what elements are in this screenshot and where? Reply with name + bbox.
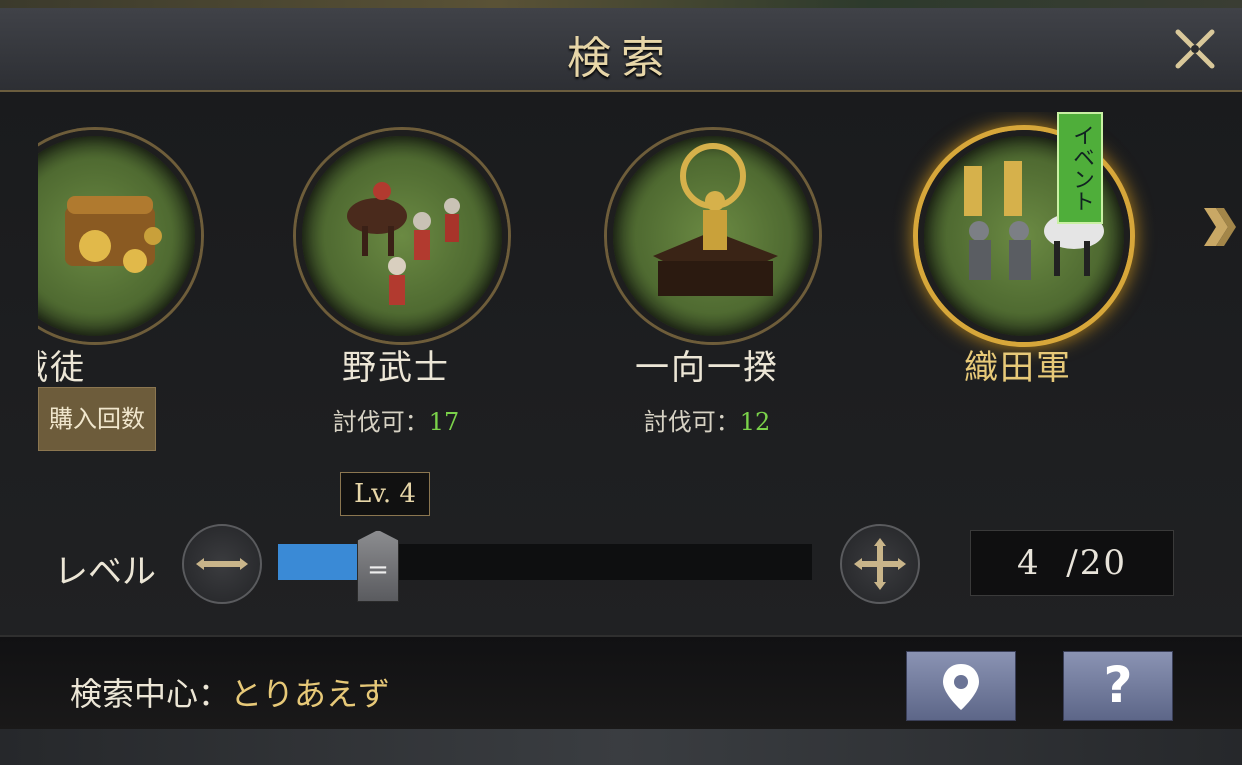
purchase-count-badge: 購入回数 [38,387,156,451]
target-name: 一向一揆 [635,348,779,388]
location-button[interactable] [906,651,1016,721]
level-current: 4 [1017,543,1041,583]
slider-thumb[interactable]: = [357,530,399,602]
dialog-header: 検索 [0,8,1242,92]
defeatable-label: 討伐可： [332,408,429,436]
footer-bar: 検索中心：とりあえず ? [0,635,1242,765]
target-card-oda-army[interactable]: イベント 織田軍 [903,112,1133,532]
background-strip [0,0,1242,8]
target-card-ikko-ikki[interactable]: 一向一揆 討伐可：12 [592,112,822,532]
search-panel: 賊徒 購入回数 野武士 討伐可 [0,92,1242,635]
event-badge: イベント [1057,112,1103,224]
target-name: 織田軍 [964,348,1072,388]
level-bubble: Lv. 4 [340,472,430,516]
slider-fill [278,544,369,580]
help-button[interactable]: ? [1063,651,1173,721]
search-center: 検索中心：とりあえず [70,669,390,715]
minus-icon [196,558,248,570]
bandits-portrait [38,130,201,342]
help-icon: ? [1103,656,1133,714]
plus-icon [854,538,906,590]
search-center-label: 検索中心： [70,675,231,713]
defeatable-label: 討伐可： [643,408,740,436]
target-name: 賊徒 [38,348,86,388]
level-max: /20 [1066,543,1127,583]
defeatable-count: 討伐可：12 [592,402,822,437]
target-name: 野武士 [342,348,450,388]
background-strip [0,729,1242,765]
defeatable-count: 討伐可：17 [281,402,511,437]
dialog-title: 検索 [567,33,675,84]
level-value-field[interactable]: 4 /20 [970,530,1174,596]
target-card-nobushi[interactable]: 野武士 討伐可：17 [281,112,511,532]
thumb-grip-icon: = [367,555,389,585]
increase-level-button[interactable] [840,524,920,604]
next-arrow-icon[interactable] [1202,202,1236,252]
level-label: レベル [54,552,156,592]
close-icon[interactable] [1170,24,1220,74]
search-center-value: とりあえず [230,675,391,713]
defeatable-value: 17 [428,408,460,436]
map-pin-icon [943,664,979,710]
defeatable-value: 12 [739,408,771,436]
ikko-ikki-portrait [607,130,819,342]
target-card-bandits[interactable]: 賊徒 購入回数 [38,112,204,532]
nobushi-portrait [296,130,508,342]
decrease-level-button[interactable] [182,524,262,604]
target-carousel: 賊徒 購入回数 野武士 討伐可 [38,112,1198,532]
